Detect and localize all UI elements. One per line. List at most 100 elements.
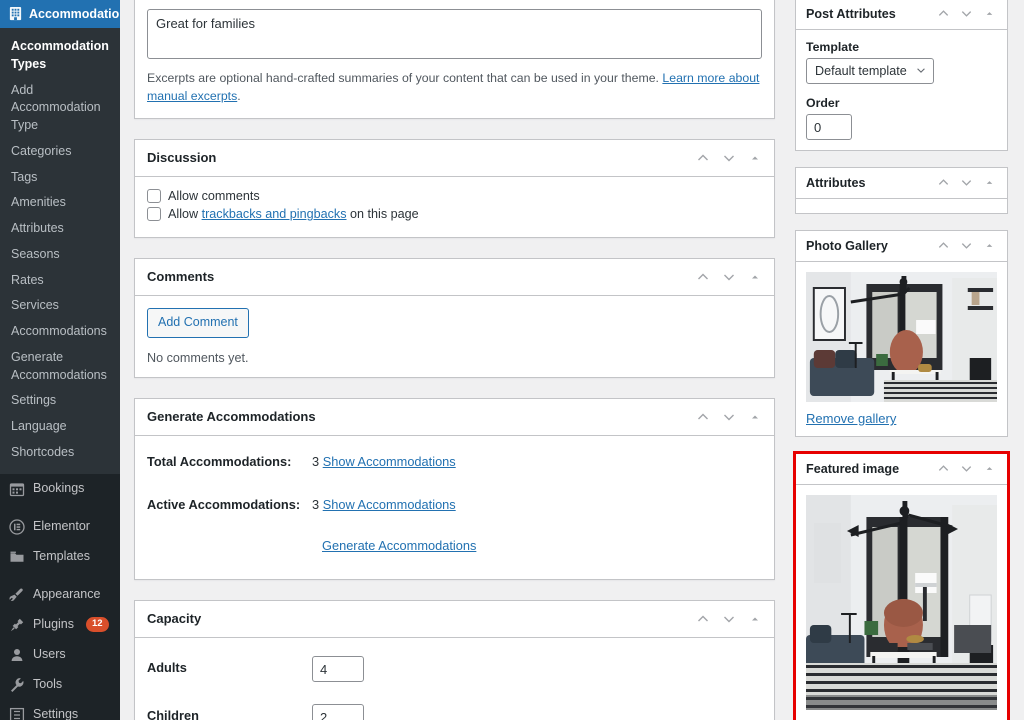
generate-body: Total Accommodations: 3 Show Accommodati… bbox=[135, 436, 774, 579]
building-icon bbox=[8, 6, 23, 21]
active-accommodations-count: 3 bbox=[312, 497, 320, 513]
toggle-panel-icon[interactable] bbox=[983, 239, 997, 253]
no-comments-text: No comments yet. bbox=[147, 351, 249, 365]
toggle-panel-icon[interactable] bbox=[983, 176, 997, 190]
plugins-update-badge: 12 bbox=[86, 616, 109, 633]
panel-controls bbox=[696, 270, 762, 284]
sidebar-item-accommodation-types[interactable]: Accommodation Types bbox=[0, 34, 120, 78]
sliders-icon bbox=[9, 707, 25, 720]
template-label: Template bbox=[806, 40, 860, 54]
order-input[interactable] bbox=[806, 114, 852, 140]
sidebar-item-users[interactable]: Users bbox=[0, 640, 120, 670]
pingbacks-suffix: on this page bbox=[346, 207, 419, 222]
sidebar-item-generate-accommodations[interactable]: Generate Accommodations bbox=[0, 345, 120, 389]
sidebar-item-settings[interactable]: Settings bbox=[0, 388, 120, 414]
panel-controls bbox=[696, 612, 762, 626]
move-up-icon[interactable] bbox=[937, 7, 951, 21]
total-accommodations-value-wrap: 3 Show Accommodations bbox=[312, 454, 456, 469]
total-accommodations-row: Total Accommodations: 3 Show Accommodati… bbox=[147, 454, 762, 469]
trackbacks-pingbacks-link[interactable]: trackbacks and pingbacks bbox=[202, 207, 347, 221]
children-label: Children bbox=[147, 708, 199, 720]
allow-comments-label: Allow comments bbox=[168, 189, 260, 204]
sidebar-item-add-accommodation-type[interactable]: Add Accommodation Type bbox=[0, 78, 120, 139]
excerpt-textarea[interactable] bbox=[147, 9, 762, 59]
move-up-icon[interactable] bbox=[696, 151, 710, 165]
menu-divider bbox=[0, 572, 120, 580]
comments-header: Comments bbox=[135, 259, 774, 297]
panel-controls bbox=[937, 176, 997, 190]
sidebar-label: Tools bbox=[33, 677, 63, 691]
sidebar-item-services[interactable]: Services bbox=[0, 293, 120, 319]
panel-controls bbox=[696, 151, 762, 165]
children-field: State the age or disable children in set… bbox=[312, 704, 762, 720]
move-down-icon[interactable] bbox=[960, 239, 974, 253]
move-up-icon[interactable] bbox=[696, 612, 710, 626]
pingbacks-prefix: Allow bbox=[168, 207, 202, 222]
brush-icon bbox=[9, 587, 25, 603]
sidebar-item-language[interactable]: Language bbox=[0, 414, 120, 440]
toggle-panel-icon[interactable] bbox=[748, 410, 762, 424]
sidebar-item-elementor[interactable]: Elementor bbox=[0, 512, 120, 542]
show-accommodations-link-active[interactable]: Show Accommodations bbox=[323, 497, 456, 512]
discussion-header: Discussion bbox=[135, 140, 774, 178]
move-up-icon[interactable] bbox=[937, 239, 951, 253]
allow-pingbacks-checkbox[interactable] bbox=[147, 207, 161, 222]
sidebar-item-rates[interactable]: Rates bbox=[0, 268, 120, 294]
move-up-icon[interactable] bbox=[937, 176, 951, 190]
move-down-icon[interactable] bbox=[722, 270, 736, 284]
admin-screen: Accommodation Accommodation Types Add Ac… bbox=[0, 0, 1024, 720]
move-up-icon[interactable] bbox=[937, 462, 951, 476]
sidebar-item-categories[interactable]: Categories bbox=[0, 139, 120, 165]
move-down-icon[interactable] bbox=[960, 7, 974, 21]
sidebar-item-plugins[interactable]: Plugins 12 bbox=[0, 610, 120, 640]
sidebar-item-shortcodes[interactable]: Shortcodes bbox=[0, 440, 120, 466]
sidebar-item-attributes[interactable]: Attributes bbox=[0, 216, 120, 242]
panel-title: Post Attributes bbox=[806, 7, 896, 21]
allow-comments-checkbox[interactable] bbox=[147, 189, 161, 204]
capacity-header: Capacity bbox=[135, 601, 774, 639]
toggle-panel-icon[interactable] bbox=[983, 462, 997, 476]
add-comment-button[interactable]: Add Comment bbox=[147, 308, 249, 338]
sidebar-item-settings[interactable]: Settings bbox=[0, 700, 120, 720]
move-down-icon[interactable] bbox=[722, 151, 736, 165]
move-down-icon[interactable] bbox=[722, 410, 736, 424]
move-down-icon[interactable] bbox=[960, 462, 974, 476]
template-select[interactable]: Default template bbox=[806, 58, 934, 84]
move-up-icon[interactable] bbox=[696, 410, 710, 424]
remove-gallery-link[interactable]: Remove gallery bbox=[806, 411, 896, 426]
wrench-icon bbox=[9, 677, 25, 693]
sidebar-item-accommodations[interactable]: Accommodations bbox=[0, 319, 120, 345]
sidebar-brand-label: Accommodation bbox=[29, 6, 120, 21]
sidebar-item-seasons[interactable]: Seasons bbox=[0, 242, 120, 268]
show-accommodations-link-total[interactable]: Show Accommodations bbox=[323, 454, 456, 469]
attributes-body bbox=[796, 199, 1007, 213]
side-column: Post Attributes Template Default templat… bbox=[783, 0, 1024, 720]
sidebar-item-tools[interactable]: Tools bbox=[0, 670, 120, 700]
sidebar-item-amenities[interactable]: Amenities bbox=[0, 190, 120, 216]
move-down-icon[interactable] bbox=[960, 176, 974, 190]
toggle-panel-icon[interactable] bbox=[983, 7, 997, 21]
featured-image-thumbnail[interactable] bbox=[806, 495, 997, 710]
toggle-panel-icon[interactable] bbox=[748, 612, 762, 626]
generate-accommodations-link[interactable]: Generate Accommodations bbox=[322, 538, 476, 553]
children-row: Children State the age or disable childr… bbox=[147, 704, 762, 720]
sidebar-item-accommodation[interactable]: Accommodation bbox=[0, 0, 120, 28]
children-input[interactable] bbox=[312, 704, 364, 720]
attributes-panel: Attributes bbox=[795, 167, 1008, 214]
sidebar-item-appearance[interactable]: Appearance bbox=[0, 580, 120, 610]
sidebar-item-templates[interactable]: Templates bbox=[0, 542, 120, 572]
panel-title: Discussion bbox=[147, 149, 217, 165]
excerpt-help: Excerpts are optional hand-crafted summa… bbox=[147, 69, 762, 106]
capacity-panel: Capacity Adults 4 Children 2 bbox=[134, 600, 775, 720]
toggle-panel-icon[interactable] bbox=[748, 151, 762, 165]
move-up-icon[interactable] bbox=[696, 270, 710, 284]
template-selected-value: Default template bbox=[815, 64, 907, 78]
sidebar-item-bookings[interactable]: Bookings bbox=[0, 474, 120, 504]
panel-controls bbox=[937, 462, 997, 476]
adults-input[interactable] bbox=[312, 656, 364, 683]
sidebar-label: Appearance bbox=[33, 587, 101, 601]
sidebar-item-tags[interactable]: Tags bbox=[0, 165, 120, 191]
toggle-panel-icon[interactable] bbox=[748, 270, 762, 284]
gallery-thumbnail[interactable] bbox=[806, 272, 997, 402]
move-down-icon[interactable] bbox=[722, 612, 736, 626]
